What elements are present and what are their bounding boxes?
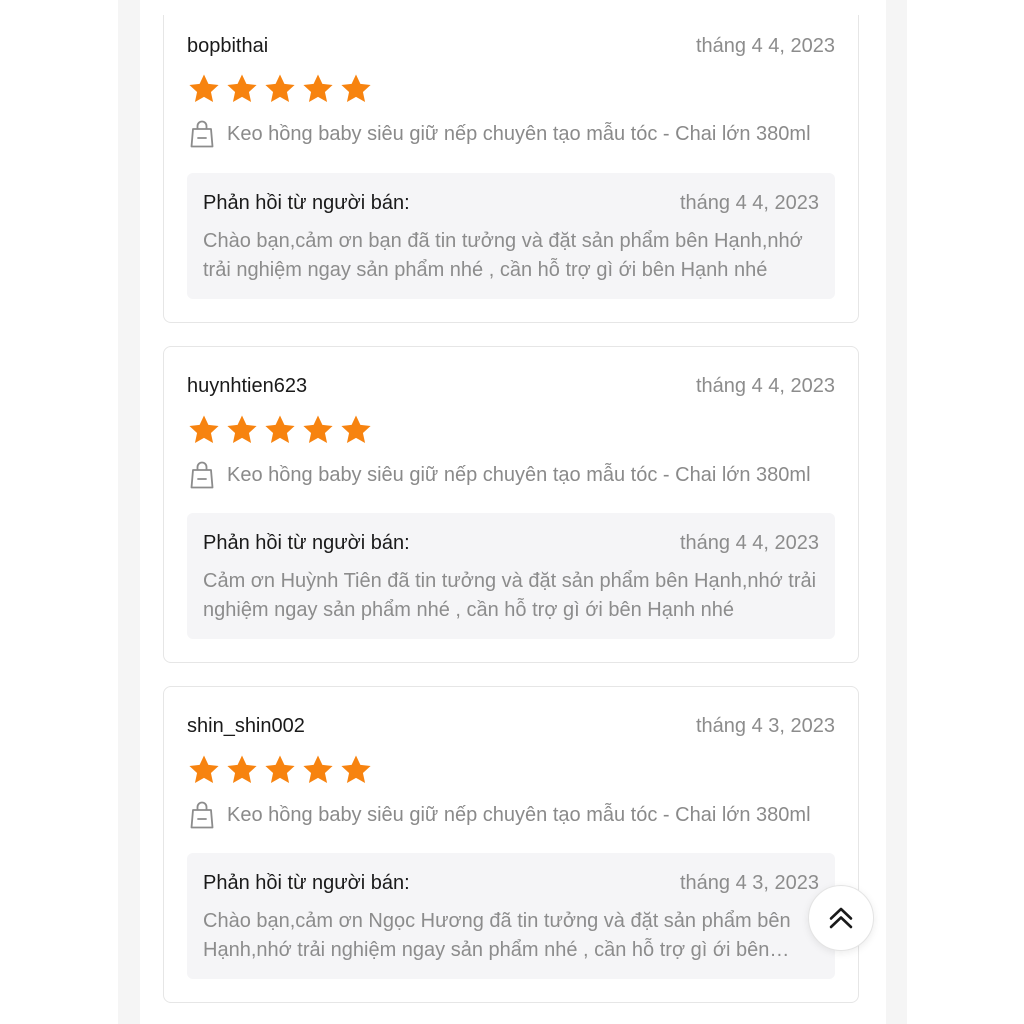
reply-date: tháng 4 4, 2023	[679, 191, 819, 214]
product-name: Keo hồng baby siêu giữ nếp chuyên tạo mẫ…	[227, 463, 811, 486]
star-icon	[341, 415, 371, 444]
seller-reply: Phản hồi từ người bán: tháng 4 4, 2023 C…	[187, 513, 835, 639]
star-icon	[227, 74, 257, 103]
star-icon	[265, 755, 295, 784]
reply-date: tháng 4 3, 2023	[679, 871, 819, 894]
shopping-bag-icon	[190, 801, 214, 829]
purchased-product[interactable]: Keo hồng baby siêu giữ nếp chuyên tạo mẫ…	[189, 119, 838, 149]
star-icon	[303, 755, 333, 784]
star-rating	[187, 753, 373, 787]
reply-title: Phản hồi từ người bán:	[203, 191, 410, 214]
star-icon	[227, 755, 257, 784]
review-date: tháng 4 4, 2023	[695, 374, 835, 397]
review-card: shin_shin002 tháng 4 3, 2023 Keo hồng ba…	[163, 686, 859, 1003]
star-icon	[303, 74, 333, 103]
review-username[interactable]: bopbithai	[187, 35, 268, 58]
double-chevron-up-icon	[829, 907, 853, 929]
reply-text: Cảm ơn Huỳnh Tiên đã tin tưởng và đặt sả…	[203, 570, 817, 621]
review-card: huynhtien623 tháng 4 4, 2023 Keo hồng ba…	[163, 346, 859, 663]
star-icon	[303, 415, 333, 444]
star-icon	[189, 74, 219, 103]
review-date: tháng 4 4, 2023	[695, 34, 835, 57]
reply-title: Phản hồi từ người bán:	[203, 531, 410, 554]
star-icon	[227, 415, 257, 444]
product-name: Keo hồng baby siêu giữ nếp chuyên tạo mẫ…	[227, 122, 811, 145]
review-username[interactable]: huynhtien623	[187, 375, 307, 398]
shopping-bag-icon	[190, 120, 214, 148]
star-icon	[265, 415, 295, 444]
review-card: bopbithai tháng 4 4, 2023 Keo hồng baby …	[163, 15, 859, 323]
shopping-bag-icon	[190, 461, 214, 489]
seller-reply: Phản hồi từ người bán: tháng 4 3, 2023 C…	[187, 853, 835, 979]
scroll-to-top-button[interactable]	[808, 885, 874, 951]
product-name: Keo hồng baby siêu giữ nếp chuyên tạo mẫ…	[227, 803, 811, 826]
purchased-product[interactable]: Keo hồng baby siêu giữ nếp chuyên tạo mẫ…	[189, 800, 838, 830]
star-icon	[189, 755, 219, 784]
star-rating	[187, 413, 373, 447]
star-icon	[341, 755, 371, 784]
reply-text: Chào bạn,cảm ơn Ngọc Hương đã tin tưởng …	[203, 910, 791, 961]
review-date: tháng 4 3, 2023	[695, 714, 835, 737]
star-icon	[265, 74, 295, 103]
review-username[interactable]: shin_shin002	[187, 715, 305, 738]
reply-title: Phản hồi từ người bán:	[203, 871, 410, 894]
star-icon	[341, 74, 371, 103]
seller-reply: Phản hồi từ người bán: tháng 4 4, 2023 C…	[187, 173, 835, 299]
star-icon	[189, 415, 219, 444]
reply-date: tháng 4 4, 2023	[679, 531, 819, 554]
purchased-product[interactable]: Keo hồng baby siêu giữ nếp chuyên tạo mẫ…	[189, 460, 838, 490]
star-rating	[187, 72, 373, 106]
reply-text: Chào bạn,cảm ơn bạn đã tin tưởng và đặt …	[203, 230, 803, 281]
